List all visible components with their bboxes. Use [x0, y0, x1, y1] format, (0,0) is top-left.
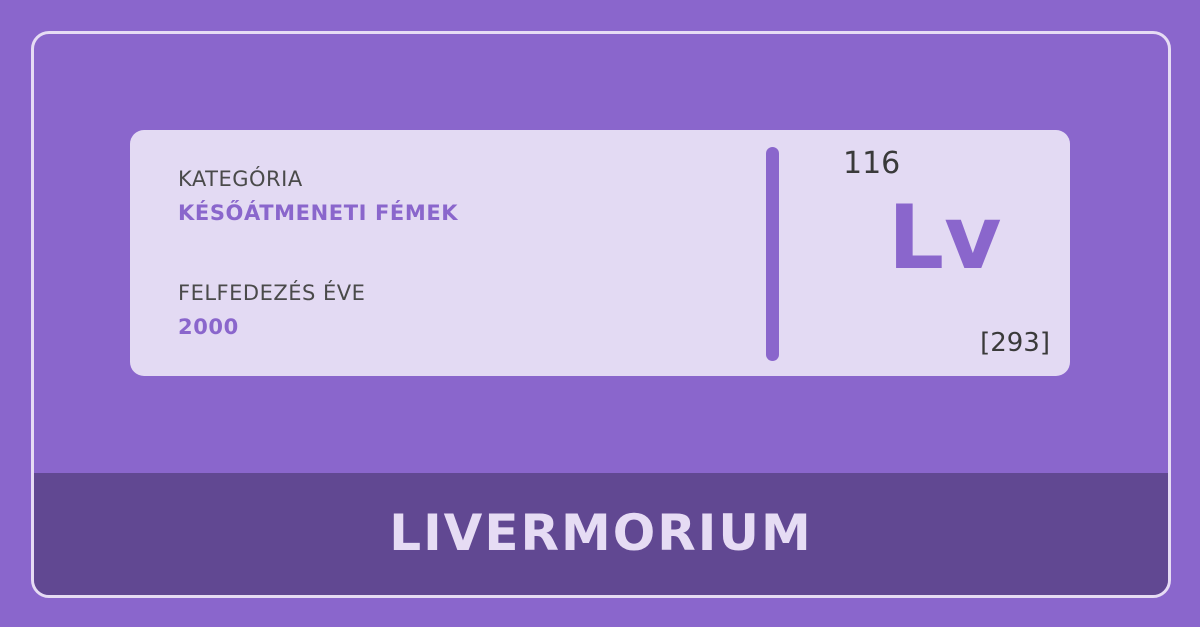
element-frame: KATEGÓRIA KÉSŐÁTMENETI FÉMEK FELFEDEZÉS …: [31, 31, 1171, 598]
atomic-number: 116: [843, 146, 901, 181]
category-value: KÉSŐÁTMENETI FÉMEK: [178, 201, 459, 225]
element-symbol: Lv: [888, 186, 1002, 289]
atomic-mass: [293]: [980, 328, 1050, 358]
element-name: LIVERMORIUM: [389, 504, 813, 562]
category-label: KATEGÓRIA: [178, 167, 303, 191]
discovery-year-label: FELFEDEZÉS ÉVE: [178, 281, 366, 305]
vertical-divider: [766, 147, 779, 361]
element-info-card: KATEGÓRIA KÉSŐÁTMENETI FÉMEK FELFEDEZÉS …: [130, 130, 1070, 376]
element-name-banner: LIVERMORIUM: [34, 473, 1168, 595]
discovery-year-value: 2000: [178, 315, 239, 339]
